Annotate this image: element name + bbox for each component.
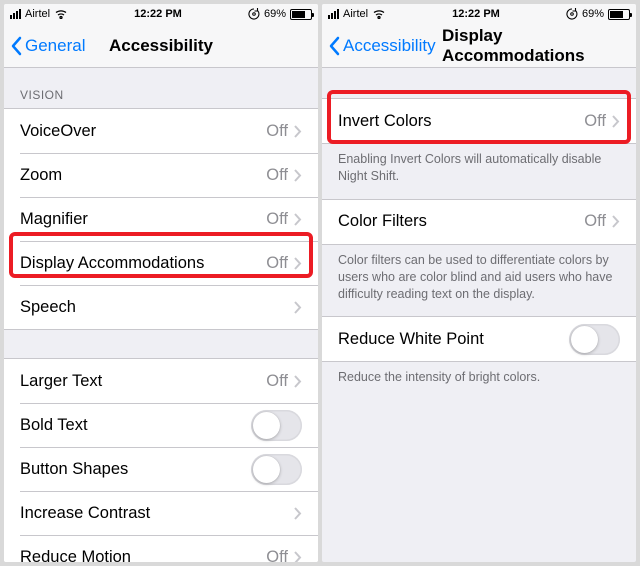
row-label: Larger Text	[20, 372, 102, 391]
filters-group: Color Filters Off	[322, 199, 636, 245]
row-display-accommodations[interactable]: Display Accommodations Off	[4, 241, 318, 285]
chevron-right-icon	[294, 213, 302, 226]
rotation-lock-icon	[566, 8, 578, 20]
status-bar: Airtel 12:22 PM 69%	[322, 4, 636, 24]
back-label: General	[25, 36, 85, 56]
row-voiceover[interactable]: VoiceOver Off	[4, 109, 318, 153]
row-label: Color Filters	[338, 212, 427, 231]
switch-toggle[interactable]	[251, 410, 302, 441]
row-value: Off	[266, 372, 288, 391]
row-color-filters[interactable]: Color Filters Off	[322, 200, 636, 244]
rotation-lock-icon	[248, 8, 260, 20]
row-label: Bold Text	[20, 416, 88, 435]
chevron-right-icon	[294, 125, 302, 138]
row-larger-text[interactable]: Larger Text Off	[4, 359, 318, 403]
footer-filters: Color filters can be used to differentia…	[322, 245, 636, 317]
section-header-vision: Vision	[4, 68, 318, 108]
row-label: Display Accommodations	[20, 254, 204, 273]
row-increase-contrast[interactable]: Increase Contrast	[4, 491, 318, 535]
status-time: 12:22 PM	[452, 8, 500, 20]
row-reduce-motion[interactable]: Reduce Motion Off	[4, 535, 318, 562]
row-value: Off	[584, 212, 606, 231]
back-button[interactable]: General	[10, 36, 85, 56]
back-label: Accessibility	[343, 36, 436, 56]
row-magnifier[interactable]: Magnifier Off	[4, 197, 318, 241]
row-label: Invert Colors	[338, 112, 432, 131]
signal-icon	[328, 9, 339, 19]
status-bar: Airtel 12:22 PM 69%	[4, 4, 318, 24]
row-speech[interactable]: Speech	[4, 285, 318, 329]
vision-group: VoiceOverOffZoomOffMagnifierOffDisplay A…	[4, 108, 318, 330]
row-label: Reduce Motion	[20, 548, 131, 563]
row-value: Off	[266, 210, 288, 229]
invert-group: Invert Colors Off	[322, 98, 636, 144]
carrier-label: Airtel	[343, 8, 368, 20]
switch-reduce-white-point[interactable]	[569, 324, 620, 355]
row-label: Button Shapes	[20, 460, 128, 479]
chevron-left-icon	[10, 36, 22, 56]
footer-reduce: Reduce the intensity of bright colors.	[322, 362, 636, 400]
row-reduce-white-point[interactable]: Reduce White Point	[322, 317, 636, 361]
row-label: VoiceOver	[20, 122, 96, 141]
navbar: General Accessibility	[4, 24, 318, 68]
battery-pct: 69%	[264, 8, 286, 20]
navbar: Accessibility Display Accommodations	[322, 24, 636, 68]
chevron-right-icon	[294, 257, 302, 270]
row-bold-text[interactable]: Bold Text	[4, 403, 318, 447]
row-label: Increase Contrast	[20, 504, 150, 523]
chevron-right-icon	[294, 169, 302, 182]
chevron-left-icon	[328, 36, 340, 56]
chevron-right-icon	[294, 375, 302, 388]
back-button[interactable]: Accessibility	[328, 36, 436, 56]
carrier-label: Airtel	[25, 8, 50, 20]
row-value: Off	[266, 254, 288, 273]
row-value: Off	[584, 112, 606, 131]
phone-display-accommodations: Airtel 12:22 PM 69% Accessibility Displa…	[322, 4, 636, 562]
phone-accessibility: Airtel 12:22 PM 69% General Accessibilit…	[4, 4, 318, 562]
footer-invert: Enabling Invert Colors will automaticall…	[322, 144, 636, 199]
row-button-shapes[interactable]: Button Shapes	[4, 447, 318, 491]
battery-pct: 69%	[582, 8, 604, 20]
reduce-group: Reduce White Point	[322, 316, 636, 362]
chevron-right-icon	[294, 507, 302, 520]
status-time: 12:22 PM	[134, 8, 182, 20]
row-value: Off	[266, 122, 288, 141]
row-zoom[interactable]: Zoom Off	[4, 153, 318, 197]
chevron-right-icon	[294, 551, 302, 563]
row-label: Speech	[20, 298, 76, 317]
battery-icon	[290, 9, 312, 20]
row-value: Off	[266, 548, 288, 563]
battery-icon	[608, 9, 630, 20]
wifi-icon	[54, 9, 68, 19]
row-label: Zoom	[20, 166, 62, 185]
row-invert-colors[interactable]: Invert Colors Off	[322, 99, 636, 143]
chevron-right-icon	[612, 115, 620, 128]
row-label: Magnifier	[20, 210, 88, 229]
chevron-right-icon	[294, 301, 302, 314]
signal-icon	[10, 9, 21, 19]
row-label: Reduce White Point	[338, 330, 484, 349]
row-value: Off	[266, 166, 288, 185]
switch-toggle[interactable]	[251, 454, 302, 485]
wifi-icon	[372, 9, 386, 19]
chevron-right-icon	[612, 215, 620, 228]
text-group: Larger Text Off Bold Text Button Shapes Incr…	[4, 358, 318, 562]
